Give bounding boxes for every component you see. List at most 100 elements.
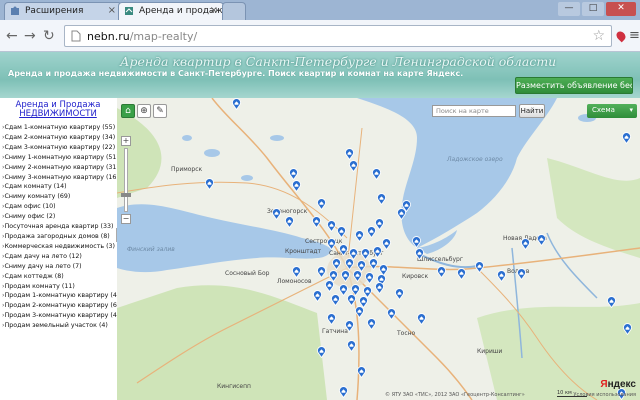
listing-pin-icon[interactable] (345, 320, 354, 332)
listing-pin-icon[interactable] (397, 208, 406, 220)
category-item[interactable]: Продам 3-комнатную квартиру (4) (0, 311, 120, 321)
listing-pin-icon[interactable] (497, 270, 506, 282)
post-ad-button[interactable]: Разместить объявление бесплатно (515, 77, 633, 94)
category-item[interactable]: Сниму 3-комнатную квартиру (16) (0, 173, 119, 183)
listing-pin-icon[interactable] (382, 238, 391, 250)
listing-pin-icon[interactable] (327, 313, 336, 325)
listing-pin-icon[interactable] (205, 178, 214, 190)
listing-pin-icon[interactable] (622, 132, 631, 144)
listing-pin-icon[interactable] (325, 280, 334, 292)
listing-pin-icon[interactable] (387, 308, 396, 320)
listing-pin-icon[interactable] (272, 208, 281, 220)
listing-pin-icon[interactable] (339, 244, 348, 256)
sidebar-heading[interactable]: Аренда и Продажа НЕДВИЖИМОСТИ (0, 101, 116, 119)
terms-link[interactable]: Условия использования (573, 392, 636, 398)
minimize-button[interactable]: — (558, 2, 580, 16)
map-search-input[interactable]: Поиск на карте (432, 105, 516, 117)
listing-pin-icon[interactable] (375, 282, 384, 294)
category-item[interactable]: Сдам коттедж (8) (0, 272, 116, 282)
listing-pin-icon[interactable] (375, 218, 384, 230)
listing-pin-icon[interactable] (412, 236, 421, 248)
listing-pin-icon[interactable] (369, 258, 378, 270)
map-pin-extension-icon[interactable] (614, 29, 628, 43)
category-item[interactable]: Сниму дачу на лето (7) (0, 262, 116, 272)
category-item[interactable]: Посуточная аренда квартир (33) (0, 222, 116, 232)
category-item[interactable]: Продажа загородных домов (8) (0, 232, 116, 242)
zoom-slider[interactable] (121, 148, 131, 212)
new-tab-button[interactable] (222, 2, 246, 20)
ruler-icon[interactable]: ✎ (153, 104, 167, 118)
listing-pin-icon[interactable] (367, 318, 376, 330)
listing-pin-icon[interactable] (521, 238, 530, 250)
bookmark-star-icon[interactable]: ☆ (592, 28, 605, 44)
close-window-button[interactable]: ✕ (606, 2, 636, 16)
listing-pin-icon[interactable] (292, 180, 301, 192)
listing-pin-icon[interactable] (372, 168, 381, 180)
listing-pin-icon[interactable] (373, 246, 382, 258)
category-item[interactable]: Продам комнату (11) (0, 282, 116, 292)
listing-pin-icon[interactable] (355, 230, 364, 242)
listing-pin-icon[interactable] (331, 294, 340, 306)
listing-pin-icon[interactable] (289, 168, 298, 180)
category-item[interactable]: Продам земельный участок (4) (0, 321, 116, 331)
listing-pin-icon[interactable] (232, 98, 241, 110)
listing-pin-icon[interactable] (417, 313, 426, 325)
zoom-in-button[interactable]: + (121, 136, 131, 146)
category-item[interactable]: Сдам 2-комнатную квартиру (34) (0, 133, 116, 143)
category-item[interactable]: Сниму комнату (69) (0, 192, 116, 202)
tab-extensions[interactable]: Расширения × (4, 2, 122, 20)
category-item[interactable]: Сдам комнату (14) (0, 182, 116, 192)
address-bar[interactable]: nebn.ru/map-realty/ ☆ (64, 25, 612, 47)
listing-pin-icon[interactable] (395, 288, 404, 300)
listing-pin-icon[interactable] (357, 366, 366, 378)
listing-pin-icon[interactable] (327, 238, 336, 250)
menu-icon[interactable]: ≡ (629, 28, 640, 43)
listing-pin-icon[interactable] (349, 160, 358, 172)
category-item[interactable]: Сниму 1-комнатную квартиру (51) (0, 153, 119, 163)
listing-pin-icon[interactable] (317, 346, 326, 358)
zoom-slider-knob[interactable] (121, 193, 131, 197)
tab-map-realty[interactable]: Аренда и продажа недв × (118, 2, 224, 20)
category-item[interactable]: Сдам дачу на лето (12) (0, 252, 116, 262)
close-tab-icon[interactable]: × (108, 3, 116, 19)
category-item[interactable]: Продам 1-комнатную квартиру (4) (0, 291, 120, 301)
listing-pin-icon[interactable] (353, 270, 362, 282)
zoom-area-icon[interactable]: ⊕ (137, 104, 151, 118)
listing-pin-icon[interactable] (285, 216, 294, 228)
maximize-button[interactable]: □ (582, 2, 604, 16)
listing-pin-icon[interactable] (475, 261, 484, 273)
listing-pin-icon[interactable] (607, 296, 616, 308)
listing-pin-icon[interactable] (345, 148, 354, 160)
listing-pin-icon[interactable] (327, 220, 336, 232)
category-item[interactable]: Сниму офис (2) (0, 212, 116, 222)
home-icon[interactable]: ⌂ (121, 104, 135, 118)
listing-pin-icon[interactable] (365, 272, 374, 284)
listing-pin-icon[interactable] (337, 226, 346, 238)
reload-icon[interactable]: ↻ (43, 29, 55, 43)
category-item[interactable]: Сдам офис (10) (0, 202, 116, 212)
listing-pin-icon[interactable] (367, 226, 376, 238)
listing-pin-icon[interactable] (292, 266, 301, 278)
listing-pin-icon[interactable] (537, 234, 546, 246)
forward-arrow-icon[interactable]: → (24, 29, 36, 43)
listing-pin-icon[interactable] (377, 193, 386, 205)
listing-pin-icon[interactable] (457, 268, 466, 280)
close-tab-icon[interactable]: × (210, 3, 218, 19)
listing-pin-icon[interactable] (415, 248, 424, 260)
listing-pin-icon[interactable] (339, 386, 348, 398)
listing-pin-icon[interactable] (517, 268, 526, 280)
listing-pin-icon[interactable] (347, 340, 356, 352)
listing-pin-icon[interactable] (347, 294, 356, 306)
category-item[interactable]: Коммерческая недвижимость (3) (0, 242, 116, 252)
listing-pin-icon[interactable] (313, 290, 322, 302)
listing-pin-icon[interactable] (317, 198, 326, 210)
listing-pin-icon[interactable] (437, 266, 446, 278)
listing-pin-icon[interactable] (345, 258, 354, 270)
back-arrow-icon[interactable]: ← (6, 29, 18, 43)
category-item[interactable]: Сдам 3-комнатную квартиру (22) (0, 143, 116, 153)
category-item[interactable]: Сдам 1-комнатную квартиру (55) (0, 123, 116, 133)
listing-pin-icon[interactable] (317, 266, 326, 278)
yandex-map[interactable]: Приморск Зеленогорск Сестрорецк Кронштад… (117, 98, 640, 400)
listing-pin-icon[interactable] (623, 323, 632, 335)
listing-pin-icon[interactable] (341, 270, 350, 282)
